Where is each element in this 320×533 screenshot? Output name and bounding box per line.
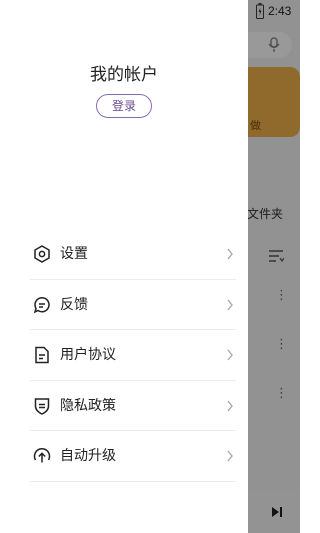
settings-hexagon-icon xyxy=(34,245,50,263)
menu-item-label: 设置 xyxy=(60,246,88,262)
feedback-chat-icon xyxy=(33,296,50,314)
menu-item-settings[interactable]: 设置 xyxy=(30,229,236,280)
account-title: 我的帐户 xyxy=(90,65,158,85)
chevron-right-icon xyxy=(227,450,233,462)
menu-item-label: 用户协议 xyxy=(60,347,116,364)
menu-item-label: 自动升级 xyxy=(60,448,116,465)
upgrade-icon xyxy=(33,448,51,463)
shield-icon xyxy=(34,398,50,415)
menu-item-auto-upgrade[interactable]: 自动升级 xyxy=(30,431,236,482)
chevron-right-icon xyxy=(227,248,233,260)
chevron-right-icon xyxy=(227,349,233,361)
chevron-right-icon xyxy=(227,299,233,311)
drawer-menu: 设置 反馈 用户协议 隐私政策 自动升级 xyxy=(30,229,236,482)
menu-item-privacy-policy[interactable]: 隐私政策 xyxy=(30,381,236,432)
battery-icon xyxy=(256,3,264,19)
menu-item-label: 隐私政策 xyxy=(60,397,116,414)
navigation-drawer: 我的帐户 登录 设置 反馈 用户协议 隐私政策 自动升级 xyxy=(0,0,248,533)
document-icon xyxy=(35,346,49,364)
login-button[interactable]: 登录 xyxy=(96,94,152,118)
menu-item-user-agreement[interactable]: 用户协议 xyxy=(30,330,236,381)
menu-item-label: 反馈 xyxy=(60,296,88,313)
chevron-right-icon xyxy=(227,400,233,412)
menu-item-feedback[interactable]: 反馈 xyxy=(30,280,236,331)
status-time: 2:43 xyxy=(268,4,292,18)
